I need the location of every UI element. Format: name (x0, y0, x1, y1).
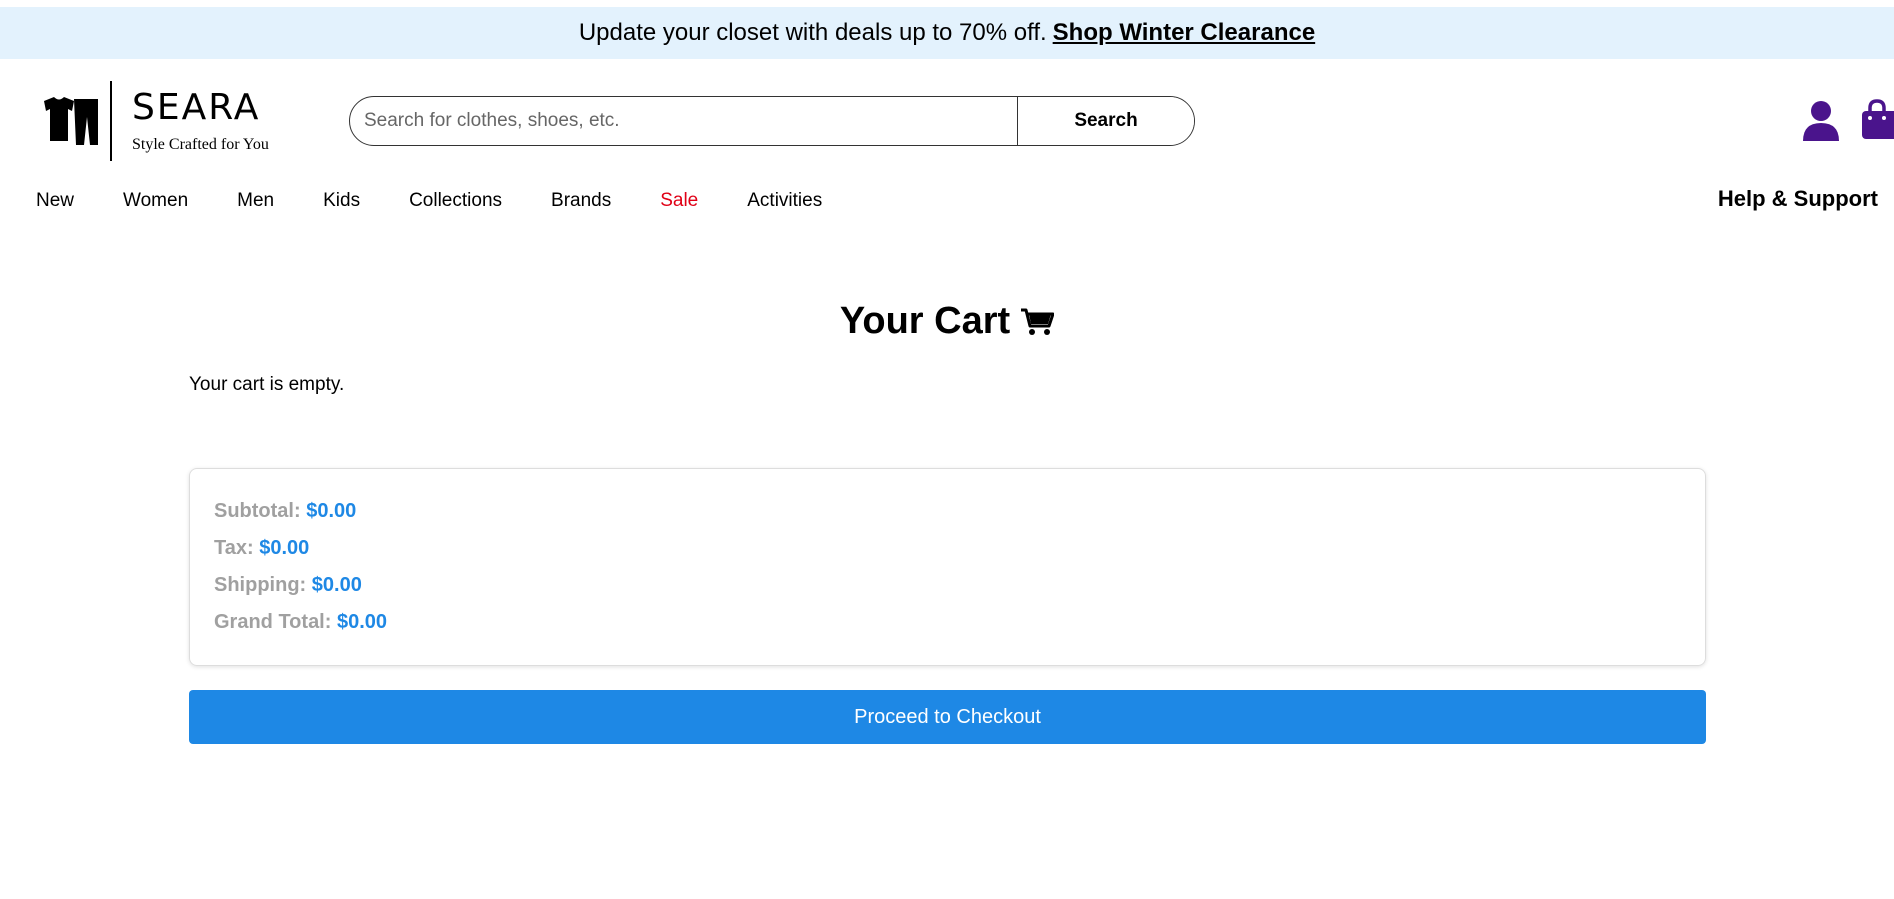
logo-text: SEARA Style Crafted for You (132, 88, 269, 154)
nav-women[interactable]: Women (123, 190, 188, 212)
logo-tagline: Style Crafted for You (132, 136, 269, 153)
nav-new[interactable]: New (36, 190, 74, 212)
subtotal-value: $0.00 (306, 500, 357, 522)
logo-name: SEARA (132, 87, 261, 128)
nav-men[interactable]: Men (237, 190, 274, 212)
subtotal-label: Subtotal: (214, 500, 301, 522)
cart-heading: Your Cart (0, 300, 1894, 343)
tax-value: $0.00 (259, 537, 310, 559)
user-account-icon[interactable] (1802, 100, 1840, 142)
logo-divider (110, 81, 112, 161)
nav-kids[interactable]: Kids (323, 190, 360, 212)
shipping-row: Shipping: $0.00 (214, 567, 1681, 604)
search-bar: Search (349, 96, 1195, 146)
shipping-label: Shipping: (214, 574, 307, 596)
search-input[interactable] (350, 97, 1017, 145)
nav-brands[interactable]: Brands (551, 190, 611, 212)
shipping-value: $0.00 (311, 574, 362, 596)
subtotal-row: Subtotal: $0.00 (214, 493, 1681, 530)
proceed-to-checkout-button[interactable]: Proceed to Checkout (189, 690, 1706, 744)
tax-row: Tax: $0.00 (214, 530, 1681, 567)
site-logo[interactable]: SEARA Style Crafted for You (36, 80, 269, 162)
cart-title-text: Your Cart (839, 300, 1011, 342)
search-button[interactable]: Search (1017, 97, 1194, 145)
promo-banner: Update your closet with deals up to 70% … (0, 7, 1894, 59)
nav-sale[interactable]: Sale (660, 190, 698, 212)
clothing-logo-icon (44, 97, 98, 145)
order-summary: Subtotal: $0.00 Tax: $0.00 Shipping: $0.… (189, 468, 1706, 666)
nav-activities[interactable]: Activities (747, 190, 822, 212)
grand-total-label: Grand Total: (214, 611, 332, 633)
tax-label: Tax: (214, 537, 254, 559)
shopping-bag-icon[interactable] (1860, 99, 1894, 141)
grand-total-value: $0.00 (336, 611, 388, 633)
empty-cart-message: Your cart is empty. (189, 374, 345, 395)
grand-total-row: Grand Total: $0.00 (214, 604, 1681, 641)
shopping-cart-icon (1021, 308, 1055, 335)
main-navigation: New Women Men Kids Collections Brands Sa… (36, 190, 871, 212)
nav-collections[interactable]: Collections (409, 190, 502, 212)
promo-text: Update your closet with deals up to 70% … (578, 19, 1047, 46)
promo-link[interactable]: Shop Winter Clearance (1053, 19, 1316, 47)
help-support-link[interactable]: Help & Support (1718, 186, 1878, 212)
